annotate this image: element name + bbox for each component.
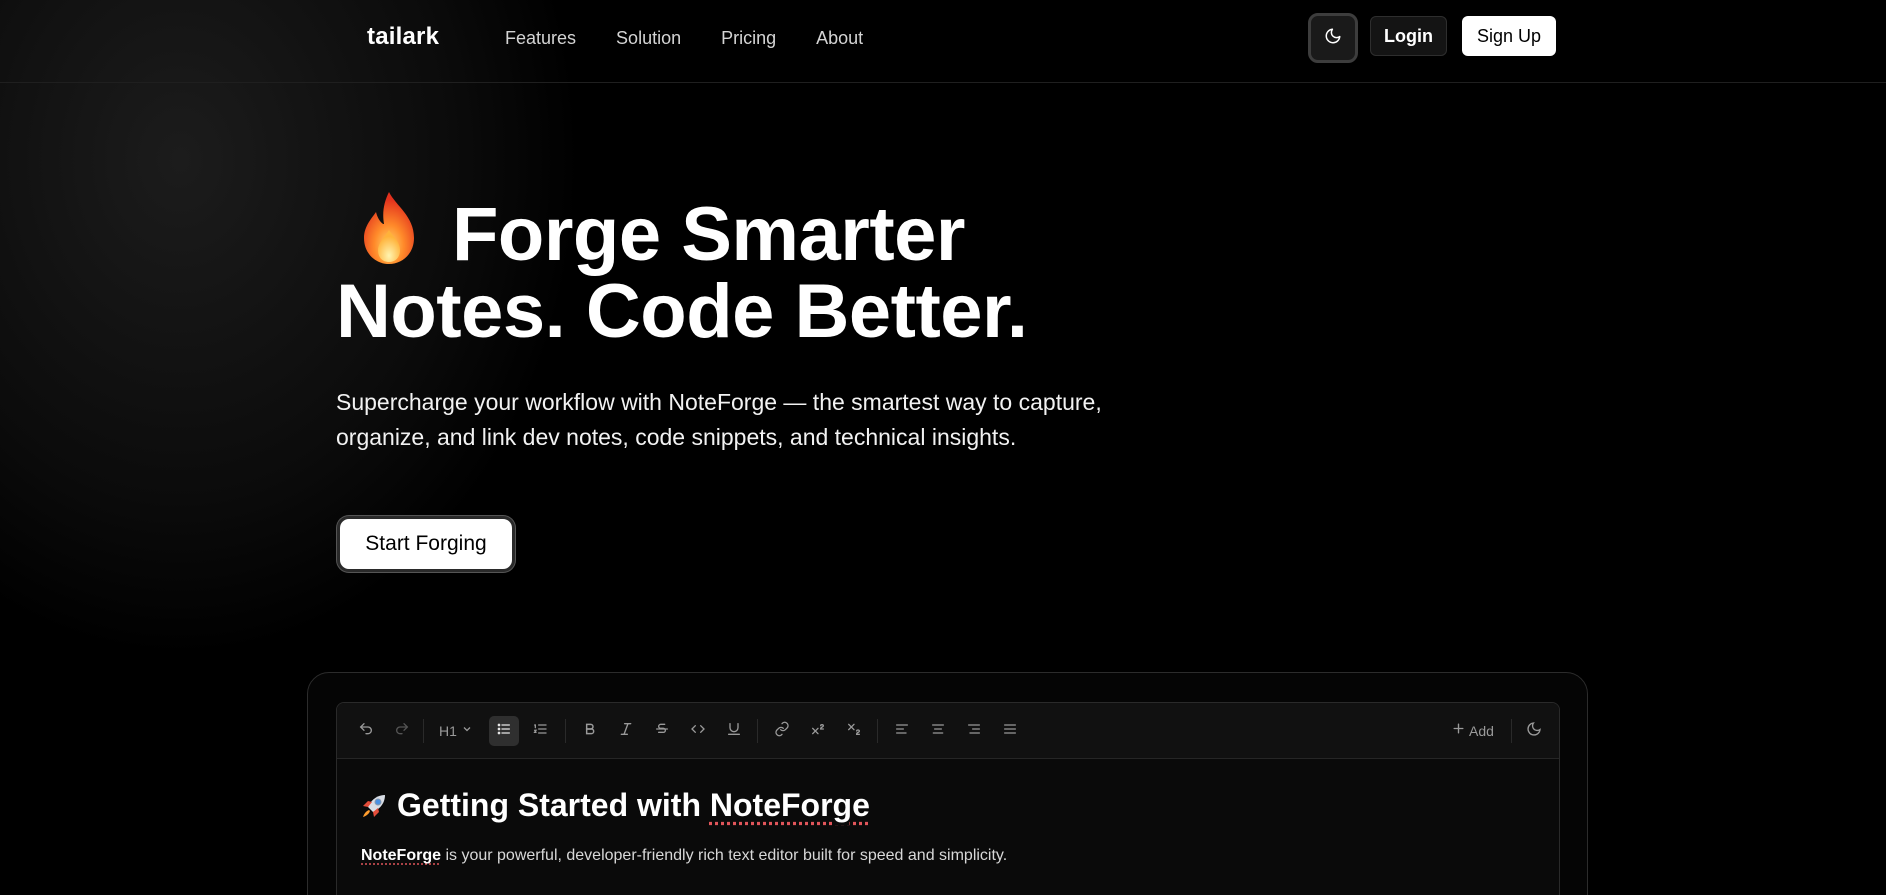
rocket-icon <box>359 791 389 821</box>
superscript-icon <box>810 721 826 742</box>
underline-button[interactable] <box>719 716 749 746</box>
login-button[interactable]: Login <box>1370 16 1447 56</box>
heading-select[interactable]: H1 <box>435 716 477 746</box>
align-right-icon <box>966 721 982 742</box>
code-icon <box>690 721 706 742</box>
brand-name: tailark <box>367 23 440 50</box>
add-button[interactable]: Add <box>1445 716 1501 746</box>
align-center-icon <box>930 721 946 742</box>
start-forging-button[interactable]: Start Forging <box>337 516 515 572</box>
align-justify-button[interactable] <box>995 716 1025 746</box>
align-center-button[interactable] <box>923 716 953 746</box>
site-header: tailark Features Solution Pricing About … <box>0 0 1886 83</box>
redo-button[interactable] <box>387 716 417 746</box>
strikethrough-icon <box>654 721 670 742</box>
code-button[interactable] <box>683 716 713 746</box>
align-left-icon <box>894 721 910 742</box>
nav-about[interactable]: About <box>816 28 863 49</box>
document-heading[interactable]: Getting Started with NoteForge <box>359 787 870 824</box>
add-label: Add <box>1469 723 1494 739</box>
toolbar-divider <box>423 719 424 743</box>
nav-pricing[interactable]: Pricing <box>721 28 776 49</box>
document-paragraph[interactable]: NoteForge is your powerful, developer-fr… <box>361 847 1007 865</box>
rich-text-editor: H1 Add Getting Started with NoteForge No… <box>336 702 1560 895</box>
bold-button[interactable] <box>575 716 605 746</box>
document-paragraph-bold: NoteForge <box>361 847 441 864</box>
bullet-list-icon <box>496 721 512 742</box>
toolbar-divider <box>1511 719 1512 743</box>
document-paragraph-text: is your powerful, developer-friendly ric… <box>441 847 1008 864</box>
moon-icon <box>1526 721 1542 742</box>
chevron-down-icon <box>461 722 473 740</box>
document-next-line-partial <box>361 889 1361 895</box>
nav-solution[interactable]: Solution <box>616 28 681 49</box>
moon-icon <box>1324 27 1342 50</box>
undo-icon <box>358 721 374 742</box>
align-right-button[interactable] <box>959 716 989 746</box>
nav-features[interactable]: Features <box>505 28 576 49</box>
document-heading-word: NoteForge <box>709 787 870 823</box>
ordered-list-button[interactable] <box>525 716 555 746</box>
hero-title: Forge Smarter Notes. Code Better. <box>336 190 1096 350</box>
fire-icon <box>356 190 422 266</box>
undo-button[interactable] <box>351 716 381 746</box>
strikethrough-button[interactable] <box>647 716 677 746</box>
link-icon <box>774 721 790 742</box>
subscript-icon <box>846 721 862 742</box>
theme-toggle-button[interactable] <box>1308 13 1358 63</box>
link-button[interactable] <box>767 716 797 746</box>
toolbar-divider <box>877 719 878 743</box>
hero-title-line2: Notes. Code Better. <box>336 269 1028 354</box>
italic-icon <box>618 721 634 742</box>
brand-logo[interactable]: tailark <box>337 23 439 51</box>
subscript-button[interactable] <box>839 716 869 746</box>
heading-select-value: H1 <box>439 723 457 739</box>
redo-icon <box>394 721 410 742</box>
toolbar-divider <box>565 719 566 743</box>
bullet-list-button[interactable] <box>489 716 519 746</box>
hash-logo-icon <box>337 23 361 51</box>
hero-title-line1: Forge Smarter <box>452 192 966 277</box>
main-nav: Features Solution Pricing About <box>505 28 903 49</box>
italic-button[interactable] <box>611 716 641 746</box>
signup-button[interactable]: Sign Up <box>1462 16 1556 56</box>
underline-icon <box>726 721 742 742</box>
document-heading-prefix: Getting Started with <box>397 787 710 823</box>
ordered-list-icon <box>532 721 548 742</box>
superscript-button[interactable] <box>803 716 833 746</box>
editor-toolbar: H1 Add <box>337 703 1559 759</box>
align-justify-icon <box>1002 721 1018 742</box>
toolbar-divider <box>757 719 758 743</box>
hero-subtitle: Supercharge your workflow with NoteForge… <box>336 389 1102 450</box>
editor-theme-toggle[interactable] <box>1519 716 1549 746</box>
bold-icon <box>582 721 598 742</box>
page: tailark Features Solution Pricing About … <box>0 0 1886 895</box>
align-left-button[interactable] <box>887 716 917 746</box>
plus-icon <box>1452 722 1465 740</box>
